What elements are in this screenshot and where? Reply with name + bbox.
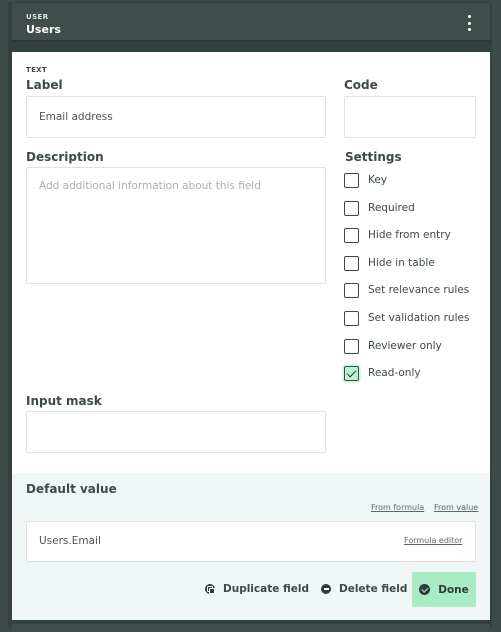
default-value-caption: Default value	[26, 482, 117, 496]
setting-reviewer-only[interactable]: Reviewer only	[344, 337, 484, 355]
minus-circle-icon	[321, 584, 331, 594]
field-editor-panel: TEXT Label Email address Code Descriptio…	[12, 52, 490, 620]
from-value-link[interactable]: From value	[434, 503, 478, 512]
read-only-checkbox[interactable]	[344, 365, 359, 381]
key-checkbox[interactable]	[344, 172, 359, 188]
setting-required[interactable]: Required	[344, 199, 484, 217]
setting-label: Key	[368, 174, 388, 186]
relevance-rules-checkbox[interactable]	[344, 282, 359, 298]
setting-key[interactable]: Key	[344, 171, 484, 189]
duplicate-field-button[interactable]: Duplicate field	[205, 583, 309, 595]
from-formula-link[interactable]: From formula	[371, 503, 424, 512]
code-input[interactable]	[344, 96, 476, 138]
label-caption: Label	[26, 78, 63, 92]
settings-caption: Settings	[345, 150, 402, 164]
setting-hide-from-entry[interactable]: Hide from entry	[344, 226, 484, 244]
setting-validation-rules[interactable]: Set validation rules	[344, 309, 484, 327]
description-caption: Description	[26, 150, 104, 164]
field-header: USER Users	[12, 3, 490, 42]
default-value-section: Default value From formula From value Us…	[12, 473, 490, 620]
setting-label: Required	[368, 202, 415, 214]
table-name: USER	[26, 13, 49, 21]
input-mask-caption: Input mask	[26, 394, 102, 408]
hide-from-entry-checkbox[interactable]	[344, 227, 359, 243]
required-checkbox[interactable]	[344, 200, 359, 216]
setting-relevance-rules[interactable]: Set relevance rules	[344, 281, 484, 299]
validation-rules-checkbox[interactable]	[344, 310, 359, 326]
setting-label: Set validation rules	[368, 312, 470, 324]
check-circle-icon	[419, 584, 431, 595]
reviewer-only-checkbox[interactable]	[344, 338, 359, 354]
duplicate-icon	[205, 584, 215, 594]
default-value-field[interactable]: Users.Email Formula editor	[26, 521, 476, 562]
header-title: Users	[26, 23, 61, 36]
kebab-menu-icon[interactable]	[462, 15, 476, 31]
setting-label: Set relevance rules	[368, 284, 470, 296]
next-card-edge	[12, 624, 490, 632]
field-type-tag: TEXT	[26, 66, 47, 74]
done-button[interactable]: Done	[412, 572, 476, 607]
code-caption: Code	[344, 78, 378, 92]
setting-label: Hide from entry	[368, 229, 451, 241]
delete-field-button[interactable]: Delete field	[321, 583, 407, 595]
default-value-text: Users.Email	[39, 535, 101, 547]
setting-read-only[interactable]: Read-only	[344, 364, 484, 382]
duplicate-field-label: Duplicate field	[223, 583, 310, 595]
delete-field-label: Delete field	[339, 583, 408, 595]
done-label: Done	[438, 583, 469, 596]
setting-label: Hide in table	[368, 257, 435, 269]
formula-editor-link[interactable]: Formula editor	[404, 536, 462, 545]
label-input[interactable]: Email address	[26, 96, 326, 138]
description-textarea[interactable]: Add additional information about this fi…	[26, 167, 326, 284]
setting-label: Read-only	[368, 367, 421, 379]
input-mask-input[interactable]	[26, 411, 326, 453]
setting-hide-in-table[interactable]: Hide in table	[344, 254, 484, 272]
hide-in-table-checkbox[interactable]	[344, 255, 359, 271]
setting-label: Reviewer only	[368, 340, 442, 352]
